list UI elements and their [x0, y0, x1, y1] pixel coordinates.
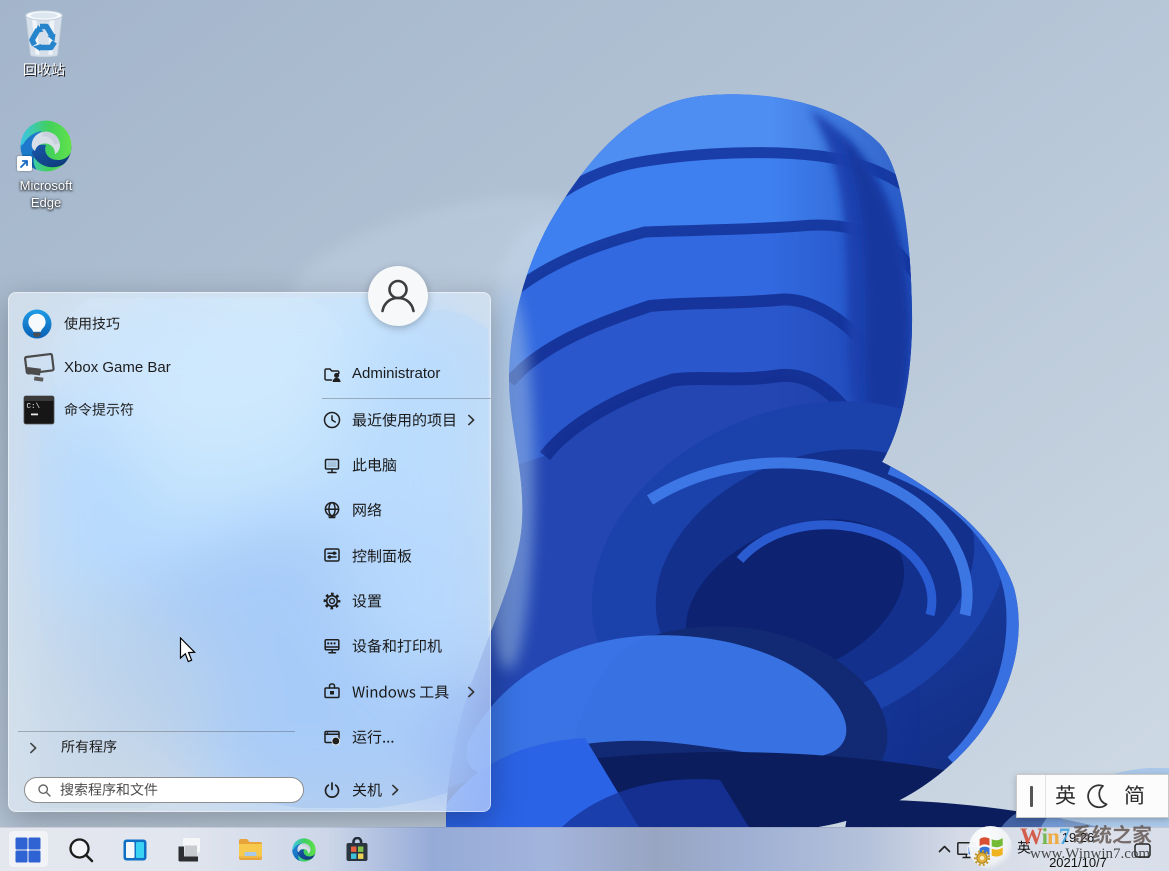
svg-text:C:\: C:\	[27, 403, 41, 411]
